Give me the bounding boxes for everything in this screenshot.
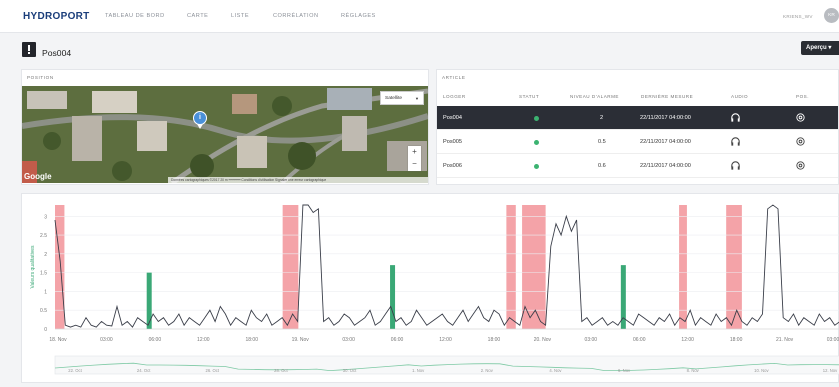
crosshair-icon[interactable] <box>795 136 806 147</box>
marker-bar <box>146 272 152 329</box>
alarm-cell: 2 <box>600 115 604 121</box>
table-row[interactable]: Pos004 2 22/11/2017 04:00:00 <box>437 106 838 130</box>
x-tick-label: 12:00 <box>681 337 694 343</box>
x-tick-label: 18. Nov <box>49 337 67 343</box>
y-tick-label: 1 <box>44 289 47 295</box>
status-dot-icon <box>534 164 539 169</box>
apercu-button[interactable]: Aperçu ▾ <box>801 41 839 55</box>
nav-reglages[interactable]: RÉGLAGES <box>341 13 376 19</box>
crosshair-icon[interactable] <box>795 160 806 171</box>
x-tick-label: 03:00 <box>342 337 355 343</box>
nav-correlation[interactable]: CORRÉLATION <box>273 13 319 19</box>
column-logger[interactable]: LOGGER <box>443 94 466 99</box>
logger-cell: Pos005 <box>443 139 462 145</box>
x-tick-label: 03:00 <box>585 337 598 343</box>
x-tick-label: 03:00 <box>827 337 839 343</box>
headphones-icon[interactable] <box>730 112 741 123</box>
timeline-label: 2. Nov <box>481 368 494 373</box>
y-tick-label: 3 <box>44 214 47 220</box>
timeline-label: 30. Oct <box>343 368 357 373</box>
headphones-icon[interactable] <box>730 160 741 171</box>
timeline-label: 26. Oct <box>206 368 220 373</box>
chart-card: 0 0.5 1 1.5 2 2.5 3 Valeurs qualitatives 18. Nov… <box>21 193 839 383</box>
x-tick-label: 18:00 <box>730 337 743 343</box>
y-tick-label: 0.5 <box>40 308 47 314</box>
nav-carte[interactable]: CARTE <box>187 13 208 19</box>
alarm-cell: 0.5 <box>598 139 606 145</box>
column-audio[interactable]: AUDIO <box>731 94 748 99</box>
nav-tableau-de-bord[interactable]: TABLEAU DE BORD <box>105 13 165 19</box>
x-tick-label: 06:00 <box>633 337 646 343</box>
status-dot-icon <box>534 116 539 121</box>
last-measure-cell: 22/11/2017 04:00:00 <box>640 139 691 145</box>
satellite-map[interactable] <box>22 86 428 183</box>
position-header: POSITION <box>27 75 54 80</box>
last-measure-cell: 22/11/2017 04:00:00 <box>640 115 691 121</box>
page-title: Pos004 <box>42 48 72 58</box>
x-tick-label: 20. Nov <box>534 337 552 343</box>
x-tick-label: 21. Nov <box>776 337 794 343</box>
y-tick-label: 2.5 <box>40 233 47 239</box>
x-tick-label: 19. Nov <box>292 337 310 343</box>
map-type-value: Satellite <box>385 96 403 101</box>
series-line <box>54 204 839 328</box>
column-niveau-alarme[interactable]: NIVEAU D'ALARME <box>570 94 619 99</box>
marker-bar <box>390 265 396 329</box>
avatar[interactable]: KR <box>824 8 839 23</box>
timeline-label: 22. Oct <box>68 368 82 373</box>
x-tick-label: 18:00 <box>245 337 258 343</box>
chevron-down-icon: ▼ <box>415 96 419 101</box>
timeline-label: 8. Nov <box>687 368 700 373</box>
last-measure-cell: 22/11/2017 04:00:00 <box>640 163 691 169</box>
map-imagery <box>22 86 428 183</box>
timeline-label: 24. Oct <box>137 368 151 373</box>
table-row[interactable]: Pos006 0.6 22/11/2017 04:00:00 <box>437 154 838 178</box>
table-row[interactable]: Pos005 0.5 22/11/2017 04:00:00 <box>437 130 838 154</box>
zoom-out-button[interactable]: − <box>408 158 421 170</box>
map-attribution: Données cartographiques ©2017 20 m ━━━━━… <box>168 177 428 183</box>
x-tick-label: 12:00 <box>439 337 452 343</box>
logger-cell: Pos006 <box>443 163 462 169</box>
timeline-label: 28. Oct <box>274 368 288 373</box>
pin-tip <box>197 124 203 129</box>
alert-icon <box>22 42 36 57</box>
y-tick-label: 1.5 <box>40 271 47 277</box>
y-tick-label: 2 <box>44 252 47 258</box>
headphones-icon[interactable] <box>730 136 741 147</box>
timeline-label: 10. Nov <box>754 368 769 373</box>
column-derniere-mesure[interactable]: DERNIÈRE MESURE <box>641 94 693 99</box>
x-tick-label: 06:00 <box>149 337 162 343</box>
column-pos[interactable]: POS. <box>796 94 809 99</box>
brand-logo[interactable]: HYDROPORT <box>23 11 90 22</box>
crosshair-icon[interactable] <box>795 112 806 123</box>
x-tick-label: 18:00 <box>488 337 501 343</box>
x-tick-label: 03:00 <box>100 337 113 343</box>
status-dot-icon <box>534 140 539 145</box>
x-tick-label: 12:00 <box>197 337 210 343</box>
top-navigation-bar: HYDROPORT TABLEAU DE BORD CARTE LISTE CO… <box>0 0 839 33</box>
user-name[interactable]: KRIENS_WV <box>783 14 813 19</box>
logger-cell: Pos004 <box>443 115 462 121</box>
timeline-label: 1. Nov <box>412 368 425 373</box>
timeline-label: 12. Nov <box>823 368 838 373</box>
line-chart[interactable]: 0 0.5 1 1.5 2 2.5 3 Valeurs qualitatives 18. Nov… <box>22 194 839 384</box>
zoom-in-button[interactable]: + <box>408 146 421 158</box>
location-pin-icon[interactable]: i <box>193 111 207 125</box>
y-axis-label: Valeurs qualitatives <box>30 245 36 288</box>
timeline-label: 4. Nov <box>549 368 562 373</box>
y-tick-label: 0 <box>44 327 47 333</box>
x-tick-label: 06:00 <box>391 337 404 343</box>
google-logo: Google <box>24 172 52 181</box>
alarm-cell: 0.6 <box>598 163 606 169</box>
article-header: ARTICLE <box>442 75 466 80</box>
zoom-control: + − <box>408 146 421 171</box>
nav-liste[interactable]: LISTE <box>231 13 249 19</box>
timeline-label: 6. Nov <box>618 368 631 373</box>
map-type-select[interactable]: Satellite ▼ <box>380 91 424 105</box>
column-statut[interactable]: STATUT <box>519 94 539 99</box>
